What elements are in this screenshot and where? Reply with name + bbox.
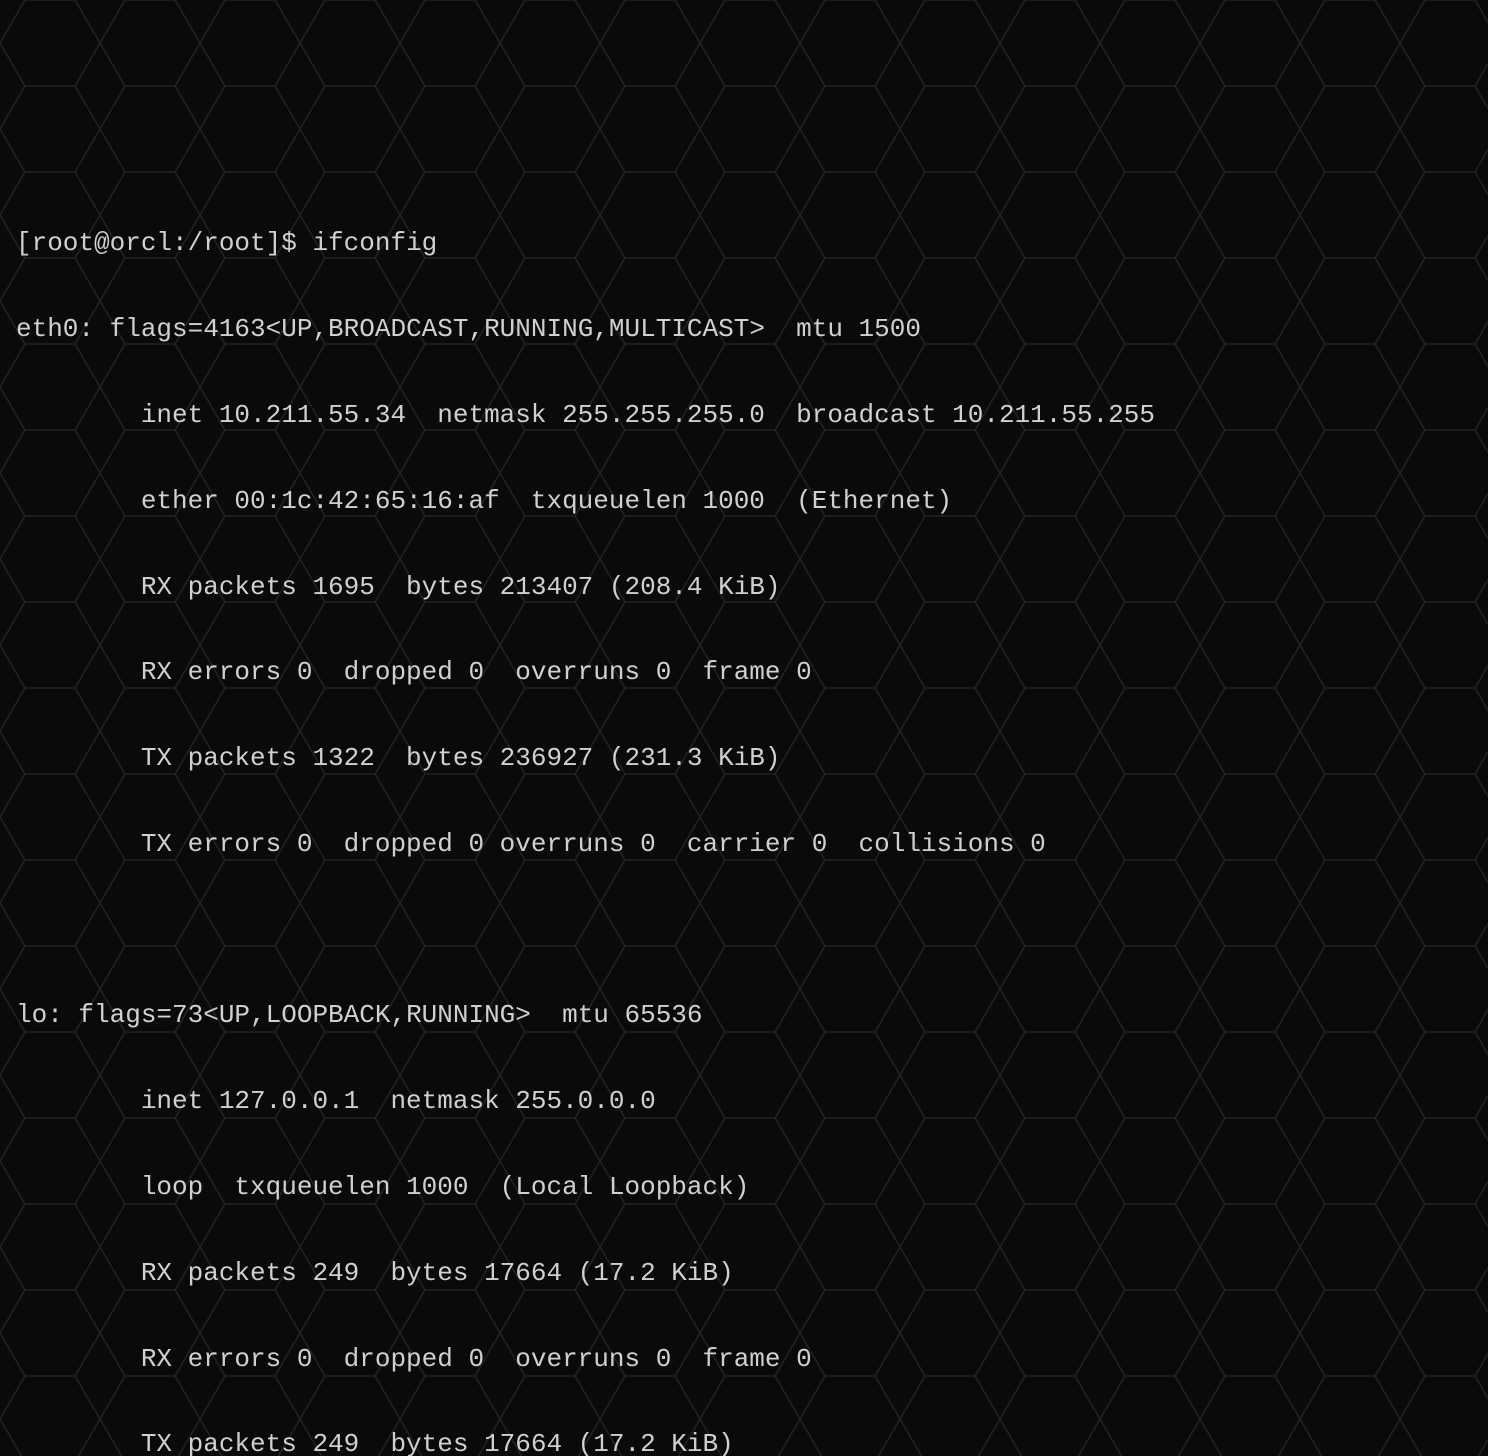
lo-tx-packets: TX packets 249 bytes 17664 (17.2 KiB) (16, 1423, 1472, 1456)
eth0-rx-packets: RX packets 1695 bytes 213407 (208.4 KiB) (16, 566, 1472, 609)
eth0-ether: ether 00:1c:42:65:16:af txqueuelen 1000 … (16, 480, 1472, 523)
lo-header: lo: flags=73<UP,LOOPBACK,RUNNING> mtu 65… (16, 994, 1472, 1037)
prompt: [root@orcl:/root]$ (16, 228, 312, 258)
eth0-header: eth0: flags=4163<UP,BROADCAST,RUNNING,MU… (16, 308, 1472, 351)
lo-inet: inet 127.0.0.1 netmask 255.0.0.0 (16, 1080, 1472, 1123)
lo-rx-errors: RX errors 0 dropped 0 overruns 0 frame 0 (16, 1338, 1472, 1381)
terminal-output: [root@orcl:/root]$ ifconfig eth0: flags=… (16, 180, 1472, 1456)
eth0-tx-packets: TX packets 1322 bytes 236927 (231.3 KiB) (16, 737, 1472, 780)
lo-rx-packets: RX packets 249 bytes 17664 (17.2 KiB) (16, 1252, 1472, 1295)
blank-line (16, 909, 1472, 952)
eth0-rx-errors: RX errors 0 dropped 0 overruns 0 frame 0 (16, 651, 1472, 694)
eth0-tx-errors: TX errors 0 dropped 0 overruns 0 carrier… (16, 823, 1472, 866)
lo-loop: loop txqueuelen 1000 (Local Loopback) (16, 1166, 1472, 1209)
command: ifconfig (312, 228, 437, 258)
eth0-inet: inet 10.211.55.34 netmask 255.255.255.0 … (16, 394, 1472, 437)
command-line: [root@orcl:/root]$ ifconfig (16, 222, 1472, 265)
